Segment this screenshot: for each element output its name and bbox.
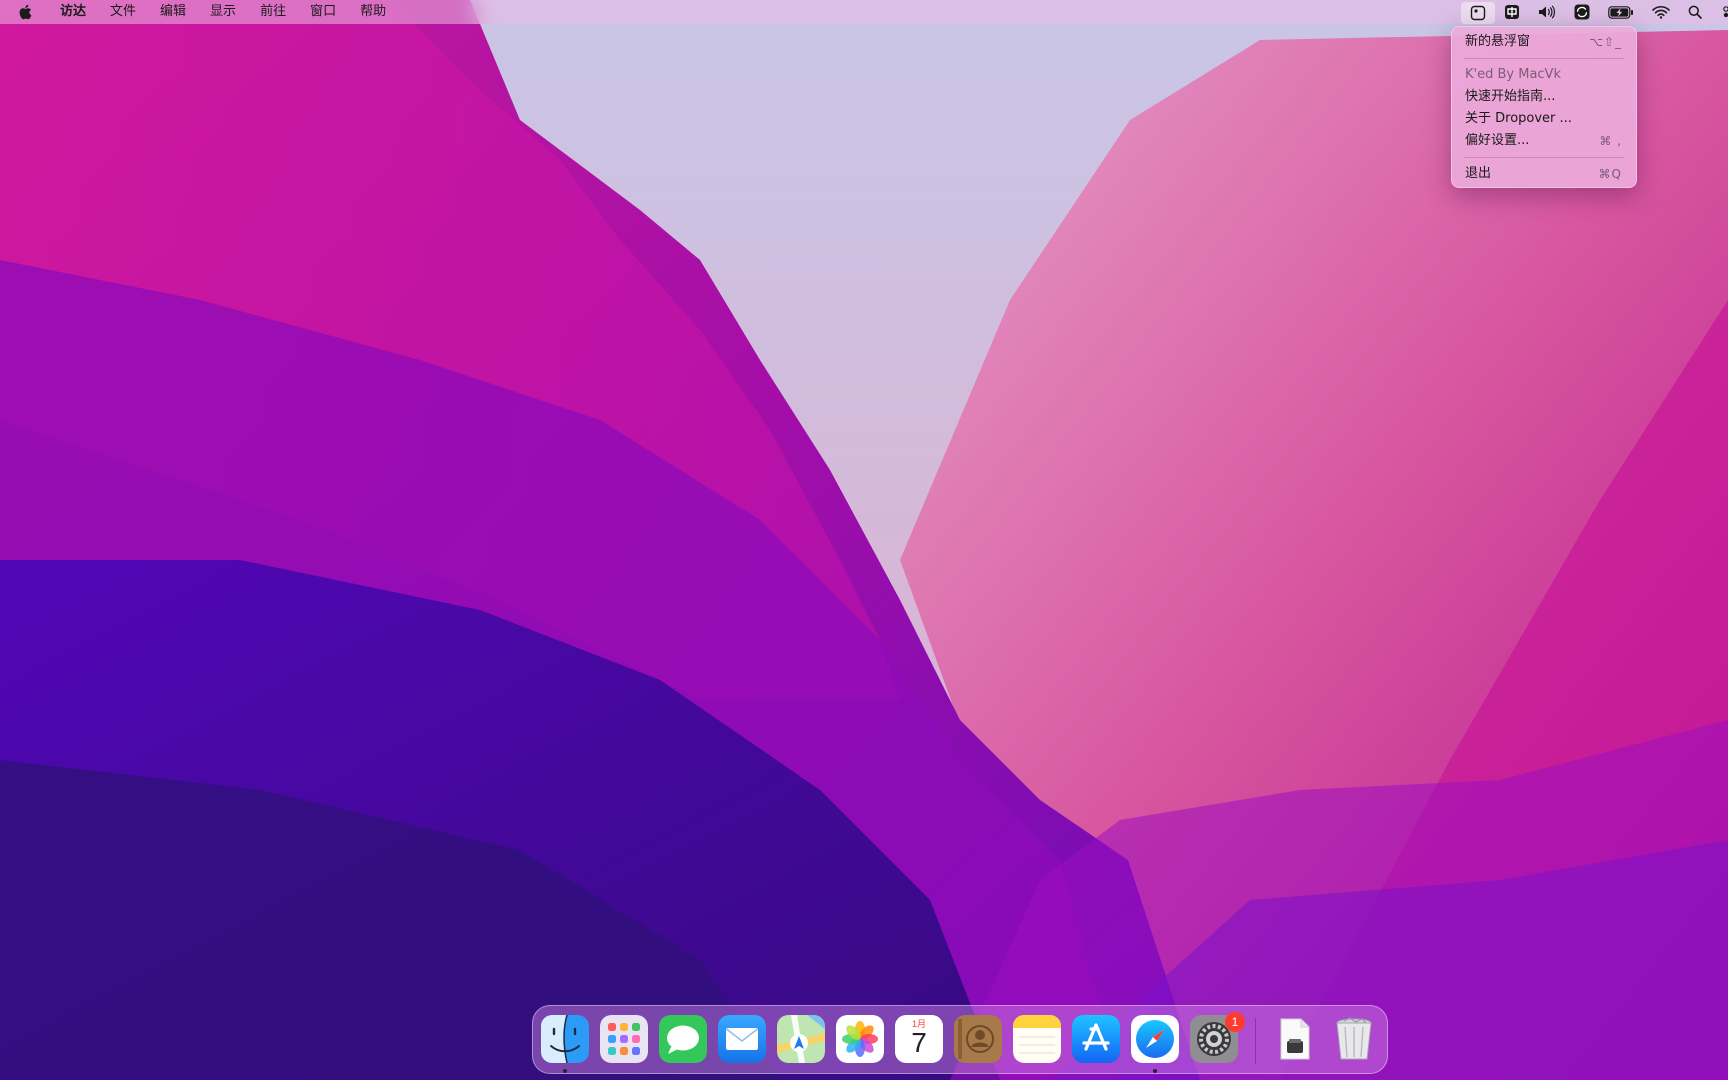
dock-notes[interactable] (1013, 1015, 1061, 1063)
dropover-status-button[interactable] (1461, 1, 1495, 24)
menu-item-label: 快速开始指南... (1465, 89, 1556, 104)
input-method-icon (1505, 5, 1519, 19)
dropover-menu: 新的悬浮窗 ⌥⇧_ K'ed By MacVk 快速开始指南... 关于 Dro… (1451, 26, 1637, 188)
notes-icon (1013, 1015, 1061, 1063)
apple-menu-button[interactable] (16, 3, 34, 21)
menu-edit[interactable]: 编辑 (148, 0, 198, 24)
menu-item-quick-start-guide[interactable]: 快速开始指南... (1452, 86, 1636, 108)
menu-item-label: 新的悬浮窗 (1465, 34, 1531, 49)
menu-file[interactable]: 文件 (98, 0, 148, 24)
spotlight-button[interactable] (1679, 0, 1711, 24)
dock-trash[interactable] (1330, 1015, 1378, 1063)
dock-running-indicator (563, 1069, 567, 1073)
battery-charging-icon (1608, 5, 1633, 19)
spotlight-search-icon (1688, 5, 1702, 19)
menu-item-preferences[interactable]: 偏好设置... ⌘ , (1452, 130, 1636, 152)
calendar-day: 7 (911, 1027, 927, 1058)
dock-launchpad[interactable] (600, 1015, 648, 1063)
app-store-icon (1072, 1015, 1120, 1063)
menu-item-label: 退出 (1465, 166, 1492, 181)
battery-button[interactable] (1599, 0, 1643, 24)
photos-icon (836, 1015, 884, 1063)
volume-button[interactable] (1529, 0, 1565, 24)
menu-separator (1464, 58, 1624, 59)
dock-safari[interactable] (1131, 1015, 1179, 1063)
dock-calendar[interactable]: 1月 7 (895, 1015, 943, 1063)
dock-contacts[interactable] (954, 1015, 1002, 1063)
menu-go[interactable]: 前往 (248, 0, 298, 24)
trash-icon (1336, 1017, 1372, 1060)
menu-view[interactable]: 显示 (198, 0, 248, 24)
finder-icon (541, 1015, 589, 1063)
dock-divider (1255, 1018, 1256, 1064)
dock-finder[interactable] (541, 1015, 589, 1063)
control-center-icon (1723, 6, 1728, 18)
wifi-button[interactable] (1643, 0, 1679, 24)
menu-item-about-dropover[interactable]: 关于 Dropover ... (1452, 108, 1636, 130)
menu-window[interactable]: 窗口 (298, 0, 348, 24)
sync-icon (1574, 4, 1590, 20)
dock-maps[interactable] (777, 1015, 825, 1063)
menu-item-license-info: K'ed By MacVk (1452, 64, 1636, 86)
menu-item-shortcut: ⌘ , (1599, 134, 1622, 148)
dock-mail[interactable] (718, 1015, 766, 1063)
menu-item-label: 关于 Dropover ... (1465, 111, 1572, 126)
launchpad-icon (600, 1015, 648, 1063)
maps-icon (777, 1015, 825, 1063)
sync-status-button[interactable] (1565, 0, 1599, 24)
safari-icon (1131, 1015, 1179, 1063)
dock: 1月 7 1 (532, 1005, 1388, 1074)
menu-item-shortcut: ⌘Q (1598, 167, 1622, 181)
desktop: 访达 文件 编辑 显示 前往 窗口 帮助 新的悬浮窗 ⌥⇧_ K'ed By M… (0, 0, 1728, 1080)
dock-app-store[interactable] (1072, 1015, 1120, 1063)
dock-running-indicator (1153, 1069, 1157, 1073)
document-icon (1280, 1018, 1310, 1060)
menu-item-shortcut: ⌥⇧_ (1589, 35, 1622, 49)
messages-icon (659, 1015, 707, 1063)
wifi-icon (1652, 6, 1670, 19)
notification-badge: 1 (1225, 1012, 1245, 1032)
volume-icon (1539, 5, 1556, 19)
menu-bar: 访达 文件 编辑 显示 前往 窗口 帮助 (0, 0, 1728, 24)
menu-separator (1464, 157, 1624, 158)
dropover-icon (1470, 5, 1486, 20)
menu-item-new-shelf[interactable]: 新的悬浮窗 ⌥⇧_ (1452, 31, 1636, 53)
dock-document[interactable] (1271, 1015, 1319, 1063)
mail-icon (718, 1015, 766, 1063)
menu-bar-left: 访达 文件 编辑 显示 前往 窗口 帮助 (0, 0, 398, 24)
contacts-icon (954, 1015, 1002, 1063)
dock-messages[interactable] (659, 1015, 707, 1063)
control-center-button[interactable] (1711, 0, 1728, 24)
menu-finder[interactable]: 访达 (48, 0, 98, 24)
menu-bar-status-area (1461, 0, 1728, 24)
menu-help[interactable]: 帮助 (348, 0, 398, 24)
apple-logo-icon (19, 4, 32, 20)
input-method-button[interactable] (1495, 0, 1529, 24)
dock-photos[interactable] (836, 1015, 884, 1063)
menu-item-label: K'ed By MacVk (1465, 67, 1561, 82)
menu-item-label: 偏好设置... (1465, 133, 1530, 148)
menu-item-quit[interactable]: 退出 ⌘Q (1452, 163, 1636, 185)
